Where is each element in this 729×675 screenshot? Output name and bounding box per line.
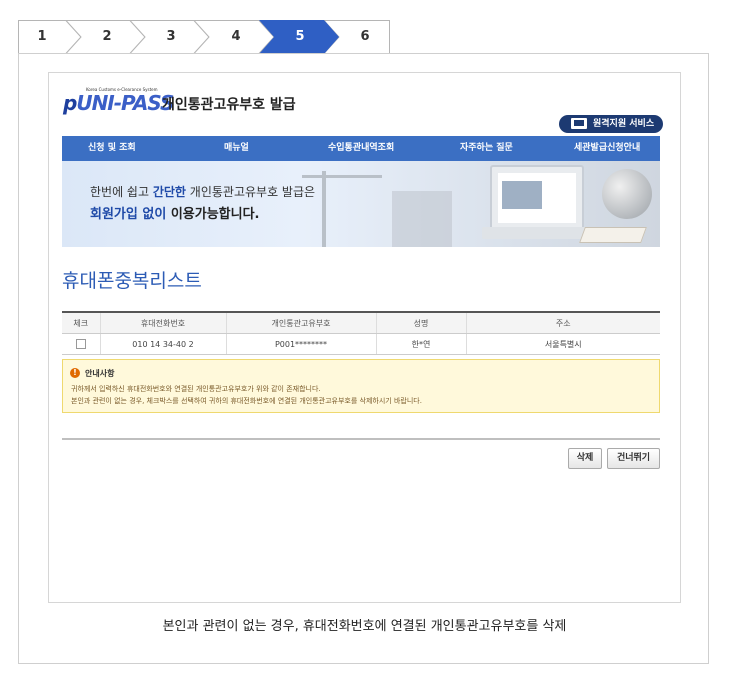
warning-icon: ! [70,368,80,378]
cell-phone: 010 14 34-40 2 [99,333,226,355]
row-checkbox-cell [62,333,100,355]
col-header-code: 개인통관고유부호 [225,311,376,334]
main-nav: 신청 및 조회 매뉴얼 수입통관내역조회 자주하는 질문 세관발급신청안내 [62,136,660,161]
crane-illustration [322,171,326,247]
delete-button[interactable]: 삭제 [568,448,602,469]
monitor-icon [571,118,587,129]
nav-item-manual[interactable]: 매뉴얼 [224,136,249,161]
unipass-logo[interactable]: pUNI-PASS [63,91,174,115]
step-arrows [18,20,390,54]
notice-title: 안내사항 [85,369,115,378]
site-title: 개인통관고유부호 발급 [162,97,296,113]
promo-banner: 한번에 쉽고 간단한 개인통관고유부호 발급은 회원가입 없이 이용가능합니다. [62,161,660,247]
skip-button[interactable]: 건너뛰기 [607,448,660,469]
duplicate-phone-table: 체크 휴대전화번호 개인통관고유부호 성명 주소 010 14 34-40 2 … [62,311,660,355]
step-3: 3 [166,29,176,44]
nav-item-apply[interactable]: 신청 및 조회 [88,136,136,161]
step-6: 6 [360,29,370,44]
step-5-active: 5 [295,29,305,44]
notice-line-1: 귀하께서 입력하신 휴대전화번호와 연결된 개인통관고유부호가 위와 같이 존재… [71,385,321,393]
notice-line-2: 본인과 관련이 없는 경우, 체크박스를 선택하여 귀하의 휴대전화번호에 연결… [71,397,422,405]
col-header-name: 성명 [375,311,466,334]
col-header-phone: 휴대전화번호 [99,311,226,334]
remote-support-button[interactable]: 원격지원 서비스 [559,115,663,133]
step-indicator: 1 2 3 4 5 6 [18,20,390,54]
page-title: 휴대폰중복리스트 [62,270,202,292]
cell-address: 서울특별시 [465,333,660,355]
caption: 본인과 관련이 없는 경우, 휴대전화번호에 연결된 개인통관고유부호를 삭제 [162,619,567,634]
row-checkbox[interactable] [75,339,86,349]
nav-item-import-history[interactable]: 수입통관내역조회 [328,136,394,161]
logo-rest: UNI-PASS [76,91,174,115]
remote-support-label: 원격지원 서비스 [593,119,655,129]
banner-line-2: 회원가입 없이 이용가능합니다. [90,207,260,222]
step-4: 4 [231,29,241,44]
banner-line-1: 한번에 쉽고 간단한 개인통관고유부호 발급은 [90,185,316,199]
nav-item-customs-guide[interactable]: 세관발급신청안내 [574,136,640,161]
port-illustration [392,191,452,247]
col-header-address: 주소 [465,311,660,334]
cell-name: 한*연 [375,333,466,355]
col-header-check: 체크 [62,311,100,334]
divider [62,438,660,440]
book-illustration [579,227,647,243]
step-1: 1 [37,29,47,44]
logo-p: p [63,91,77,115]
table-header-row: 체크 휴대전화번호 개인통관고유부호 성명 주소 [62,311,660,334]
table-row: 010 14 34-40 2 P001******** 한*연 서울특별시 [62,333,660,355]
laptop-illustration [490,165,584,231]
crane-arm [302,175,382,178]
cell-code: P001******** [225,333,376,355]
nav-item-faq[interactable]: 자주하는 질문 [460,136,513,161]
step-2: 2 [102,29,112,44]
notice-box: ! 안내사항 귀하께서 입력하신 휴대전화번호와 연결된 개인통관고유부호가 위… [62,359,660,413]
globe-illustration [602,169,652,219]
keyboard-illustration [482,227,586,239]
